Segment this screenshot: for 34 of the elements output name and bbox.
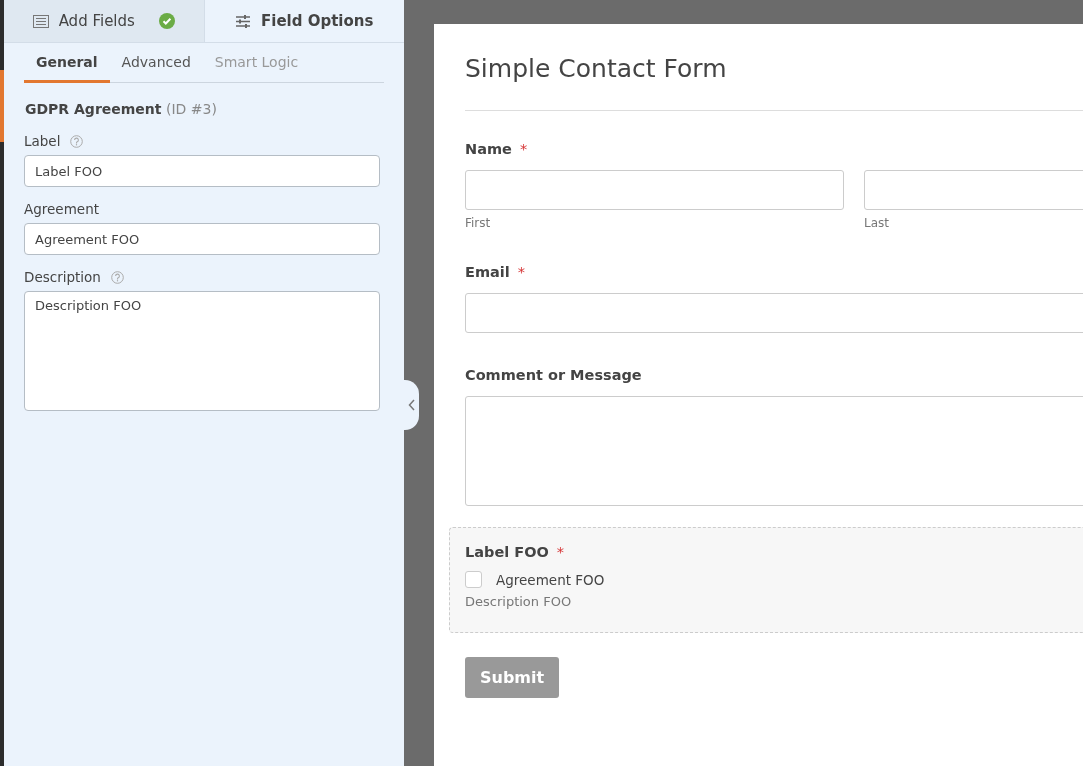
list-icon [32,14,49,28]
selected-field-box[interactable]: Label FOO * Agreement FOO Description FOO [449,527,1083,633]
input-field[interactable] [465,293,1083,333]
option-label: Agreement [24,201,99,217]
chevron-left-icon [407,399,416,411]
textarea-field[interactable]: Description FOO [24,291,380,411]
option-label: Label [24,133,61,149]
required-asterisk: * [556,544,565,560]
help-icon[interactable] [110,270,124,284]
sub-tab[interactable]: General [24,44,110,83]
field-title: GDPR Agreement (ID #3) [25,101,218,117]
panel-tab[interactable]: Add Fields [4,0,204,42]
input-field[interactable] [465,170,844,210]
help-icon[interactable] [70,134,84,148]
input-field[interactable]: Agreement FOO [24,223,380,255]
field-label: Comment or Message [465,367,642,383]
collapse-handle[interactable] [404,380,419,430]
agreement-label: Agreement FOO [496,571,605,588]
input-field[interactable]: Label FOO [24,155,380,187]
form-title: Simple Contact Form [465,54,728,83]
sublabel: Last [864,216,890,230]
field-label: Email [465,264,510,280]
required-asterisk: * [519,141,528,157]
checkbox[interactable] [465,571,482,588]
required-asterisk: * [517,264,525,280]
option-label: Description [24,269,101,285]
field-label: Label FOO [465,544,549,560]
textarea-field[interactable] [465,396,1083,506]
sliders-icon [235,14,252,28]
field-description: Description FOO [465,594,573,609]
check-circle-icon [158,13,175,29]
field-label: Name [465,141,512,157]
sub-tab[interactable]: Advanced [109,44,203,83]
sublabel: First [465,216,492,230]
